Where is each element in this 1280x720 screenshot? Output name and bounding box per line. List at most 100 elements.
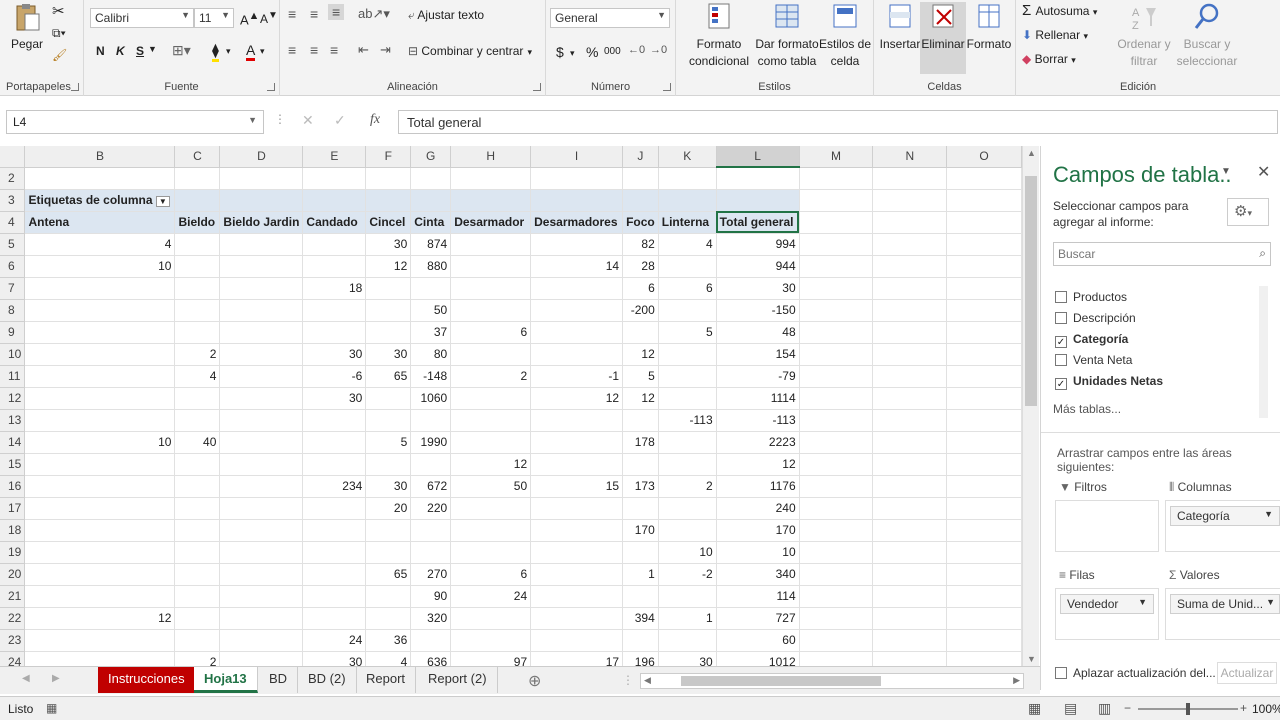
cell[interactable]: 994 bbox=[716, 233, 800, 256]
column-header-n[interactable]: N bbox=[872, 146, 948, 168]
cell[interactable] bbox=[24, 409, 176, 432]
scroll-left-icon[interactable]: ◀ bbox=[644, 675, 651, 686]
cell[interactable] bbox=[530, 563, 624, 586]
add-sheet-icon[interactable]: ⊕ bbox=[528, 671, 541, 691]
cell[interactable] bbox=[946, 167, 1022, 190]
cell[interactable] bbox=[302, 189, 367, 212]
cell[interactable] bbox=[219, 607, 304, 630]
cell[interactable] bbox=[450, 497, 532, 520]
cell[interactable] bbox=[24, 167, 176, 190]
cell[interactable] bbox=[799, 255, 874, 278]
cell[interactable] bbox=[799, 585, 874, 608]
pivot-header-cell[interactable]: Linterna bbox=[658, 211, 717, 234]
cell[interactable] bbox=[24, 497, 176, 520]
cell[interactable] bbox=[219, 409, 304, 432]
underline-button[interactable]: S bbox=[136, 44, 144, 58]
percent-button[interactable]: % bbox=[586, 44, 598, 60]
row-header[interactable]: 22 bbox=[0, 607, 26, 630]
cell[interactable] bbox=[872, 629, 948, 652]
thousands-button[interactable]: 000 bbox=[604, 46, 621, 57]
pivot-header-cell[interactable]: Foco bbox=[622, 211, 659, 234]
cell[interactable] bbox=[799, 431, 874, 454]
cell[interactable] bbox=[24, 519, 176, 542]
cell[interactable] bbox=[946, 541, 1022, 564]
cell[interactable]: 90 bbox=[410, 585, 452, 608]
cell[interactable] bbox=[658, 519, 717, 542]
cell[interactable] bbox=[365, 321, 412, 344]
align-top-icon[interactable]: ≡ bbox=[288, 6, 296, 22]
row-header[interactable]: 8 bbox=[0, 299, 26, 322]
cell[interactable] bbox=[174, 233, 221, 256]
cell[interactable] bbox=[946, 431, 1022, 454]
cell[interactable] bbox=[365, 519, 412, 542]
cell[interactable] bbox=[530, 233, 624, 256]
tab-hoja13[interactable]: Hoja13 bbox=[194, 667, 258, 693]
cell[interactable]: 234 bbox=[302, 475, 367, 498]
row-header[interactable]: 24 bbox=[0, 651, 26, 666]
row-header[interactable]: 23 bbox=[0, 629, 26, 652]
rows-area[interactable]: Vendedor ▼ bbox=[1055, 588, 1159, 640]
row-header[interactable]: 11 bbox=[0, 365, 26, 388]
cell[interactable] bbox=[946, 409, 1022, 432]
cell[interactable] bbox=[530, 431, 624, 454]
cell[interactable]: 12 bbox=[450, 453, 532, 476]
cell[interactable]: 15 bbox=[530, 475, 624, 498]
tab-bd[interactable]: BD bbox=[259, 667, 299, 693]
insert-button[interactable]: Insertar bbox=[878, 2, 922, 53]
cell[interactable] bbox=[174, 519, 221, 542]
cell[interactable]: 4 bbox=[658, 233, 717, 256]
cell[interactable] bbox=[799, 343, 874, 366]
checkbox-icon[interactable]: ✓ bbox=[1055, 336, 1067, 348]
cell[interactable] bbox=[219, 387, 304, 410]
cell[interactable] bbox=[302, 607, 367, 630]
cell[interactable]: 1012 bbox=[716, 651, 800, 666]
cell[interactable] bbox=[302, 585, 367, 608]
cell[interactable]: 12 bbox=[716, 453, 800, 476]
cell[interactable] bbox=[872, 563, 948, 586]
zoom-out-icon[interactable]: − bbox=[1124, 701, 1131, 715]
pivot-column-label-cell[interactable]: Etiquetas de columna ▼ bbox=[24, 189, 176, 212]
cell[interactable]: 727 bbox=[716, 607, 800, 630]
cell[interactable] bbox=[530, 277, 624, 300]
pivot-header-cell[interactable]: Bieldo Jardin bbox=[219, 211, 304, 234]
checkbox-icon[interactable]: ✓ bbox=[1055, 378, 1067, 390]
cell[interactable]: 4 bbox=[24, 233, 176, 256]
cell[interactable] bbox=[872, 233, 948, 256]
cell[interactable] bbox=[174, 497, 221, 520]
cell[interactable]: 220 bbox=[410, 497, 452, 520]
tab-instrucciones[interactable]: Instrucciones bbox=[98, 667, 196, 693]
cell[interactable] bbox=[365, 409, 412, 432]
font-launcher-icon[interactable] bbox=[267, 83, 275, 91]
formula-input[interactable]: Total general bbox=[398, 110, 1278, 134]
cell[interactable] bbox=[799, 497, 874, 520]
cell[interactable] bbox=[799, 453, 874, 476]
font-size-combo[interactable]: 11 ▼ bbox=[194, 8, 234, 28]
filters-area[interactable] bbox=[1055, 500, 1159, 552]
cell[interactable]: 2 bbox=[174, 343, 221, 366]
row-header[interactable]: 10 bbox=[0, 343, 26, 366]
column-header-j[interactable]: J bbox=[622, 146, 659, 168]
cell[interactable] bbox=[174, 387, 221, 410]
cell[interactable] bbox=[450, 277, 532, 300]
cell[interactable] bbox=[219, 629, 304, 652]
values-area[interactable]: Suma de Unid... ▼ bbox=[1165, 588, 1280, 640]
row-header[interactable]: 20 bbox=[0, 563, 26, 586]
cell[interactable] bbox=[872, 365, 948, 388]
format-cells-button[interactable]: Formato bbox=[966, 2, 1012, 53]
cell[interactable] bbox=[365, 541, 412, 564]
cell[interactable]: 36 bbox=[365, 629, 412, 652]
row-header[interactable]: 5 bbox=[0, 233, 26, 256]
cell[interactable] bbox=[622, 585, 659, 608]
cell[interactable]: 10 bbox=[24, 255, 176, 278]
row-header[interactable]: 12 bbox=[0, 387, 26, 410]
tab-report[interactable]: Report bbox=[356, 667, 417, 693]
column-header-e[interactable]: E bbox=[302, 146, 367, 168]
cell[interactable] bbox=[174, 607, 221, 630]
cell[interactable]: 65 bbox=[365, 563, 412, 586]
cell[interactable] bbox=[410, 453, 452, 476]
cell[interactable]: 30 bbox=[365, 343, 412, 366]
rows-chip[interactable]: Vendedor ▼ bbox=[1060, 594, 1154, 614]
font-name-combo[interactable]: Calibri ▼ bbox=[90, 8, 194, 28]
checkbox-icon[interactable] bbox=[1055, 291, 1067, 303]
scroll-right-icon[interactable]: ▶ bbox=[1013, 675, 1020, 686]
